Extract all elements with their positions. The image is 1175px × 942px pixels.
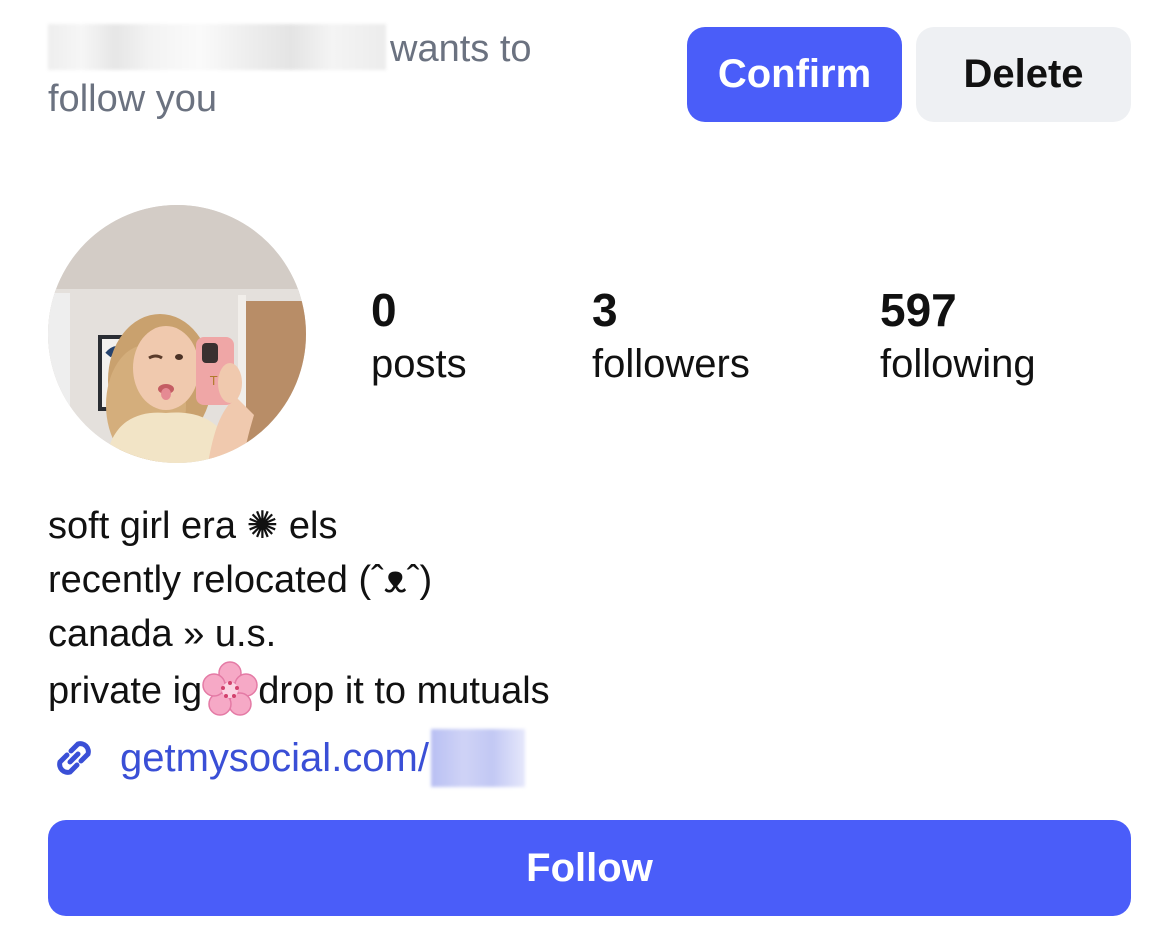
bio-text: private ig [48, 670, 203, 712]
link-icon [57, 741, 91, 775]
blurred-username [48, 24, 386, 70]
following-label: following [880, 342, 1036, 386]
avatar-photo: T [48, 205, 306, 463]
cherry-blossom-emoji [202, 661, 258, 716]
bio: soft girl era ✺ els recently relocated (… [48, 499, 948, 718]
followers-label: followers [592, 342, 750, 386]
bio-line: recently relocated (ˆᴥˆ) [48, 559, 433, 601]
delete-button[interactable]: Delete [916, 27, 1131, 122]
stat-followers[interactable]: 3 followers [592, 282, 750, 390]
following-count: 597 [880, 284, 957, 336]
avatar[interactable]: T [48, 205, 306, 463]
blurred-link-handle [430, 729, 525, 787]
svg-text:T: T [209, 374, 218, 388]
stat-posts: 0 posts [371, 282, 467, 390]
profile-page: wants to follow you Confirm Delete T 0 p… [0, 0, 1175, 942]
posts-count: 0 [371, 284, 397, 336]
confirm-button[interactable]: Confirm [687, 27, 902, 122]
follow-button[interactable]: Follow [48, 820, 1131, 916]
bio-line: canada » u.s. [48, 613, 277, 655]
posts-label: posts [371, 342, 467, 386]
bio-link[interactable]: getmysocial.com/ [48, 728, 525, 788]
follow-request-text: wants to follow you [48, 24, 588, 124]
bio-line: private ig drop it to mutuals [48, 661, 948, 718]
bio-line: soft girl era ✺ els [48, 505, 338, 547]
link-text[interactable]: getmysocial.com/ [120, 736, 429, 781]
bio-text: drop it to mutuals [258, 670, 550, 712]
stat-following[interactable]: 597 following [880, 282, 1036, 390]
followers-count: 3 [592, 284, 618, 336]
